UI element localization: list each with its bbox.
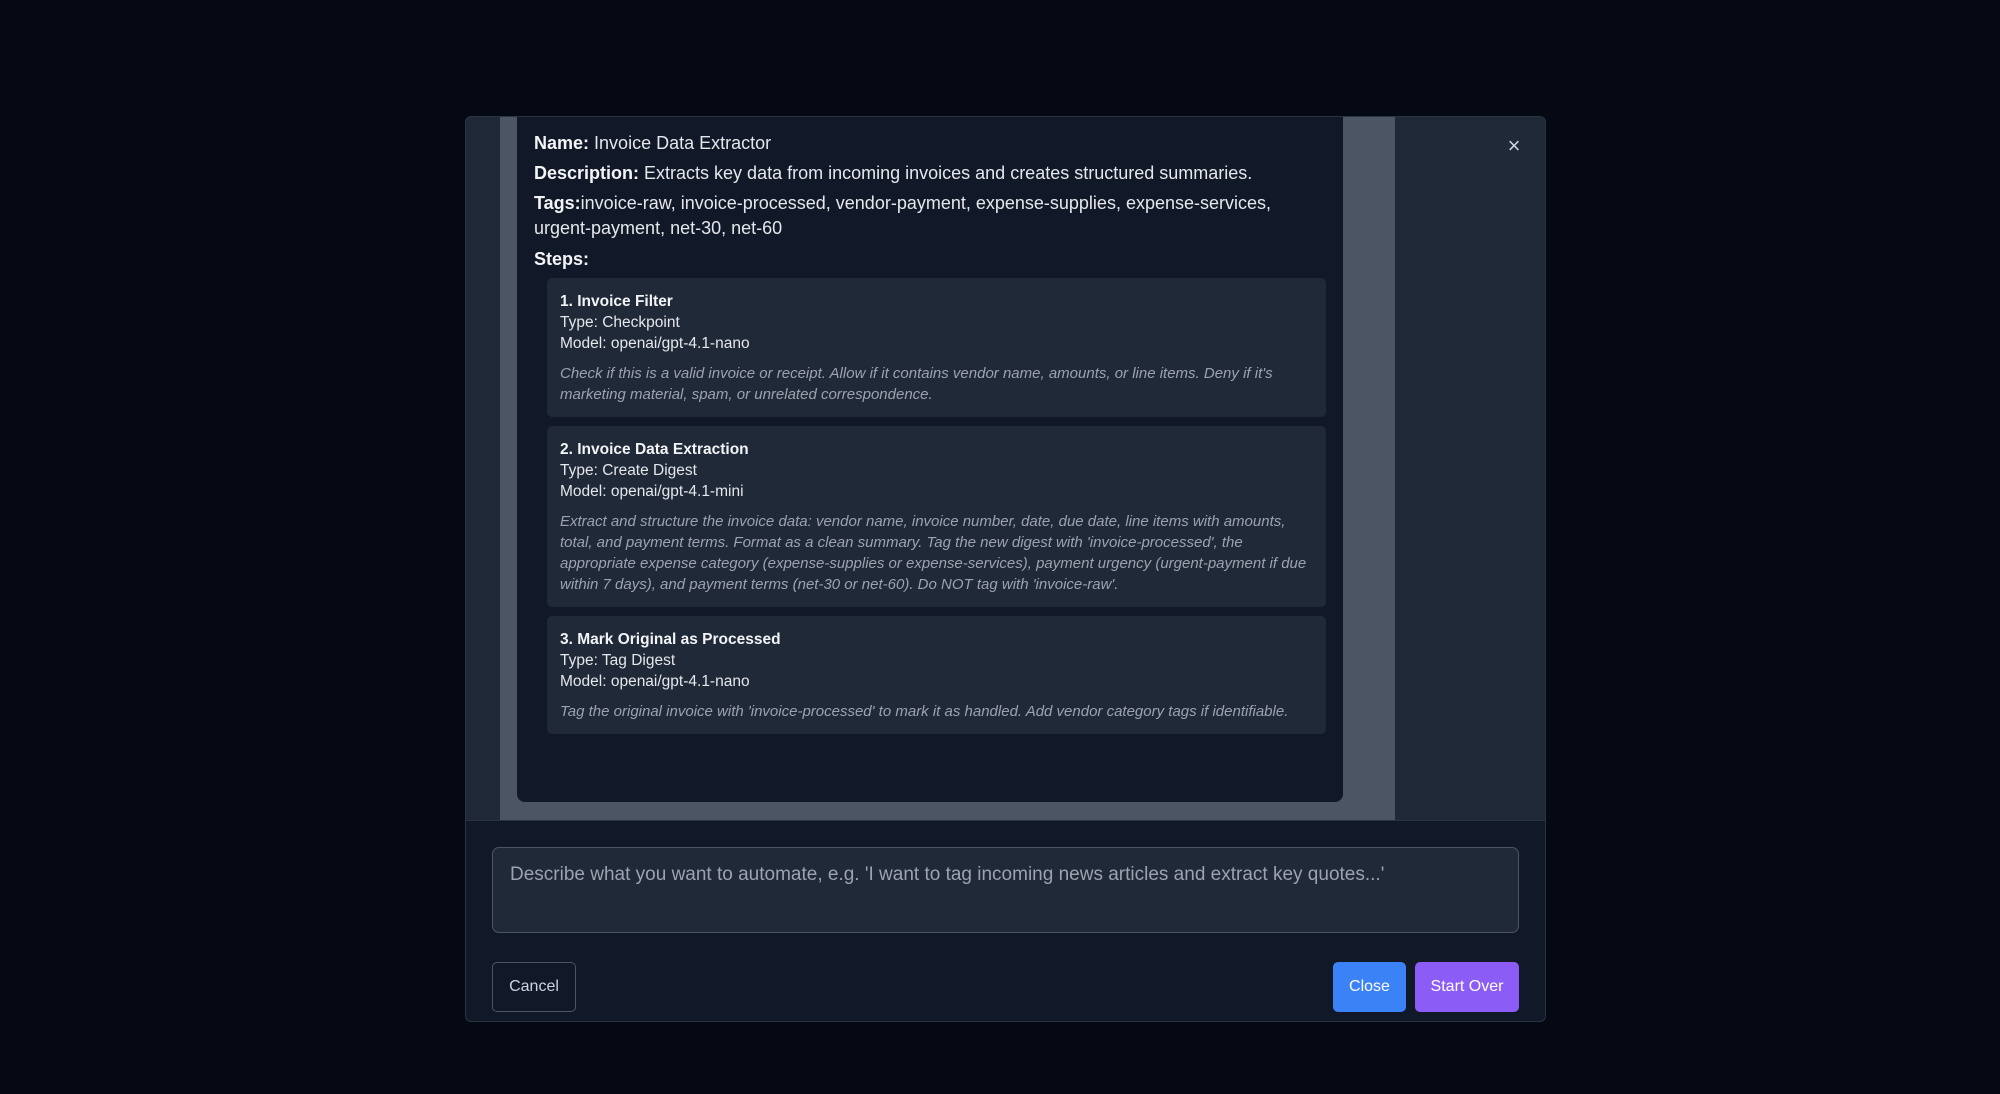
cancel-button[interactable]: Cancel <box>492 962 576 1012</box>
step-title: 1. Invoice Filter <box>560 293 673 310</box>
steps-heading: Steps: <box>534 249 590 269</box>
step-model: Model: openai/gpt-4.1-nano <box>560 335 750 352</box>
step-type: Type: Tag Digest <box>560 652 676 669</box>
workflow-name-label: Name: <box>534 133 590 153</box>
workflow-summary-card: Name: Invoice Data Extractor Description… <box>517 117 1343 802</box>
step-description: Tag the original invoice with 'invoice-p… <box>560 703 1289 720</box>
step-title: 2. Invoice Data Extraction <box>560 441 749 458</box>
step-card: 1. Invoice Filter Type: Checkpoint Model… <box>547 278 1326 417</box>
modal-footer: Cancel Close Start Over <box>466 820 1545 1021</box>
workflow-tags-row: Tags:invoice-raw, invoice-processed, ven… <box>534 191 1326 241</box>
step-type: Type: Checkpoint <box>560 314 680 331</box>
close-icon[interactable]: × <box>1499 131 1529 161</box>
step-title: 3. Mark Original as Processed <box>560 631 781 648</box>
workflow-builder-modal: Name: Invoice Data Extractor Description… <box>465 116 1546 1022</box>
workflow-description-row: Description: Extracts key data from inco… <box>534 161 1326 186</box>
step-card: 2. Invoice Data Extraction Type: Create … <box>547 426 1326 607</box>
workflow-name: Invoice Data Extractor <box>594 133 772 153</box>
conversation-scroll-area[interactable]: Name: Invoice Data Extractor Description… <box>466 117 1545 820</box>
step-type: Type: Create Digest <box>560 462 697 479</box>
automation-prompt-input[interactable] <box>492 847 1519 933</box>
step-model: Model: openai/gpt-4.1-nano <box>560 673 750 690</box>
workflow-description: Extracts key data from incoming invoices… <box>644 163 1253 183</box>
start-over-button[interactable]: Start Over <box>1415 962 1519 1012</box>
step-model: Model: openai/gpt-4.1-mini <box>560 483 744 500</box>
workflow-tags-label: Tags: <box>534 193 581 213</box>
step-description: Check if this is a valid invoice or rece… <box>560 365 1273 403</box>
workflow-name-row: Name: Invoice Data Extractor <box>534 131 1326 156</box>
step-description: Extract and structure the invoice data: … <box>560 513 1307 593</box>
step-card: 3. Mark Original as Processed Type: Tag … <box>547 616 1326 734</box>
workflow-tags: invoice-raw, invoice-processed, vendor-p… <box>534 193 1272 238</box>
close-button[interactable]: Close <box>1333 962 1406 1012</box>
workflow-description-label: Description: <box>534 163 640 183</box>
